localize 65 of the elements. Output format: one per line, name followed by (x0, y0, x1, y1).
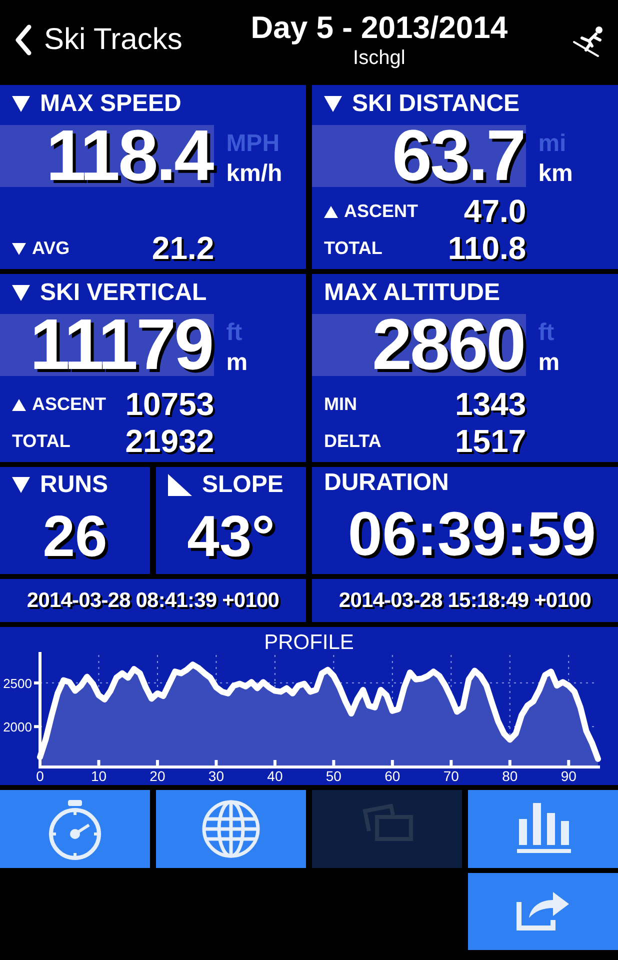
resort-name: Ischgl (353, 46, 406, 70)
y-tick-label: 2500 (3, 676, 32, 691)
tile-title: SKI DISTANCE (352, 90, 520, 118)
stat-value: 2860 (372, 314, 524, 376)
x-tick-label: 60 (384, 768, 400, 784)
x-tick-label: 30 (208, 768, 224, 784)
stat-value: 06:39:59 (348, 499, 596, 570)
timestamp: 2014-03-28 15:18:49 +0100 (338, 588, 592, 612)
dropdown-icon[interactable] (324, 96, 342, 112)
stat-label: TOTAL (324, 238, 382, 259)
back-chevron-icon (14, 24, 34, 56)
stat-value: 10753 (125, 386, 214, 423)
x-tick-label: 20 (150, 768, 166, 784)
tick-mark (34, 681, 39, 684)
tile-title: MAX ALTITUDE (324, 279, 500, 307)
stat-label: ASCENT (344, 201, 418, 222)
unit-option[interactable]: m (226, 350, 248, 376)
chart-title: PROFILE (264, 631, 354, 654)
y-tick-label: 2000 (3, 720, 32, 735)
up-triangle-icon (324, 206, 338, 218)
down-triangle-icon (12, 242, 26, 254)
stat-label: MIN (324, 394, 357, 415)
timestamp: 2014-03-28 08:41:39 +0100 (26, 588, 280, 612)
tile-title: MAX SPEED (40, 90, 182, 118)
globe-button[interactable] (156, 790, 306, 868)
tick-mark (34, 725, 39, 728)
tile-title: RUNS (40, 471, 108, 499)
stat-label: AVG (32, 238, 70, 259)
stat-value: 26 (42, 503, 108, 570)
x-tick-label: 80 (502, 768, 518, 784)
stat-value: 1517 (455, 423, 526, 460)
x-tick-label: 90 (560, 768, 576, 784)
up-triangle-icon (12, 398, 26, 410)
x-tick-label: 70 (443, 768, 459, 784)
share-button[interactable] (468, 873, 618, 950)
stat-value: 1343 (455, 386, 526, 423)
bar-chart-button[interactable] (468, 790, 618, 868)
dropdown-icon[interactable] (12, 285, 30, 301)
tile-title: SLOPE (202, 471, 284, 499)
slope-icon (168, 474, 192, 496)
unit-option[interactable]: km (538, 161, 573, 187)
stat-value: 110.8 (448, 230, 526, 267)
unit-option[interactable]: km/h (226, 161, 282, 187)
x-tick-label: 10 (90, 768, 107, 784)
stat-value: 43° (187, 503, 275, 570)
stat-value: 47.0 (464, 193, 526, 230)
dropdown-icon[interactable] (12, 96, 30, 112)
stat-value: 21.2 (152, 230, 214, 267)
dropdown-icon[interactable] (12, 477, 30, 493)
x-tick-label: 50 (326, 768, 342, 784)
x-tick-label: 0 (36, 768, 44, 784)
stat-value: 63.7 (392, 125, 524, 187)
tile-title: DURATION (324, 469, 449, 497)
day-title: Day 5 - 2013/2014 (250, 10, 508, 46)
unit-option[interactable]: m (538, 350, 560, 376)
stat-value: 21932 (125, 423, 214, 460)
back-button[interactable]: Ski Tracks (14, 23, 182, 57)
stat-label: DELTA (324, 431, 382, 452)
x-tick-label: 40 (267, 768, 283, 784)
stat-label: TOTAL (12, 431, 70, 452)
stopwatch-button[interactable] (0, 790, 150, 868)
tile-title: SKI VERTICAL (40, 279, 207, 307)
stat-value: 118.4 (46, 125, 212, 187)
stat-value: 11179 (30, 314, 212, 376)
stat-label: ASCENT (32, 394, 106, 415)
